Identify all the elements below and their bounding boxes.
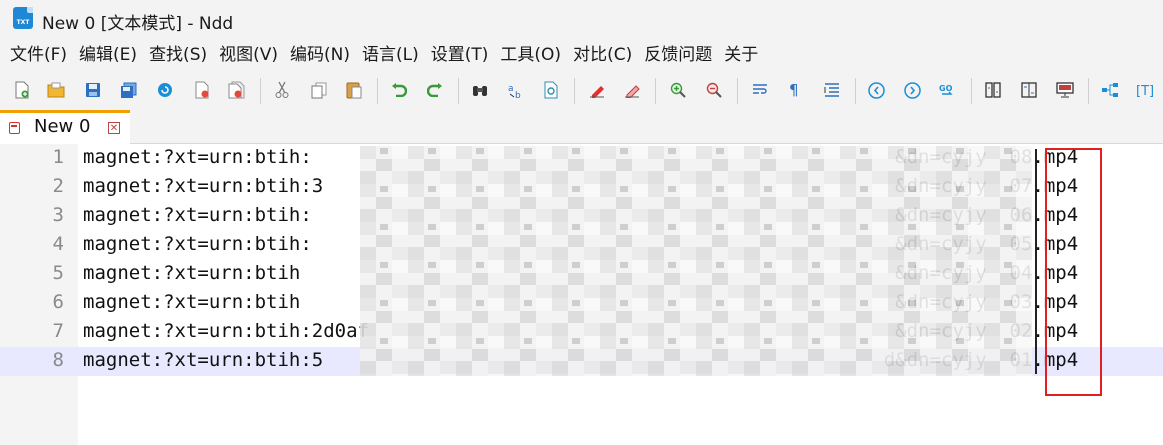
toolbar-separator bbox=[971, 78, 972, 104]
svg-text:b: b bbox=[515, 91, 521, 99]
tab-new-0[interactable]: New 0 ✕ bbox=[0, 110, 130, 144]
compare-file-icon[interactable] bbox=[983, 80, 1003, 100]
find-in-files-icon[interactable] bbox=[541, 80, 561, 100]
close-icon[interactable]: ✕ bbox=[108, 122, 120, 134]
toolbar: ab ¶ GO [T] bbox=[0, 72, 1163, 111]
open-file-icon[interactable] bbox=[46, 80, 66, 100]
line-text[interactable]: magnet:?xt=urn:btih &dn=cyjy 04.mp4 bbox=[83, 262, 1078, 284]
editor-line[interactable]: 5 magnet:?xt=urn:btih &dn=cyjy 04.mp4 bbox=[0, 260, 1163, 289]
line-text[interactable]: magnet:?xt=urn:btih:2d0af &dn=cyjy 02.mp… bbox=[83, 320, 1078, 342]
goto-icon[interactable]: GO bbox=[938, 80, 958, 100]
line-number: 1 bbox=[52, 146, 64, 168]
text-mode-icon[interactable]: [T] bbox=[1135, 80, 1155, 100]
close-icon[interactable] bbox=[192, 80, 212, 100]
toolbar-separator bbox=[655, 78, 656, 104]
menu-bar: 文件(F) 编辑(E) 查找(S) 视图(V) 编码(N) 语言(L) 设置(T… bbox=[0, 38, 1163, 72]
window-title: New 0 [文本模式] - Ndd bbox=[42, 14, 234, 34]
line-text[interactable]: magnet:?xt=urn:btih: &dn=cyjy 06.mp4 bbox=[83, 204, 1078, 226]
structure-icon[interactable] bbox=[1100, 80, 1120, 100]
editor-line[interactable]: 4 magnet:?xt=urn:btih: &dn=cyjy 05.mp4 bbox=[0, 231, 1163, 260]
line-text[interactable]: magnet:?xt=urn:btih &dn=cyjy 03.mp4 bbox=[83, 291, 1078, 313]
line-number: 4 bbox=[52, 233, 64, 255]
toolbar-separator bbox=[855, 78, 856, 104]
menu-search[interactable]: 查找(S) bbox=[144, 38, 212, 72]
close-all-icon[interactable] bbox=[227, 80, 247, 100]
line-number: 6 bbox=[52, 291, 64, 313]
svg-text:[T]: [T] bbox=[1136, 84, 1154, 98]
editor-line[interactable]: 7 magnet:?xt=urn:btih:2d0af &dn=cyjy 02.… bbox=[0, 318, 1163, 347]
line-number: 3 bbox=[52, 204, 64, 226]
undo-icon[interactable] bbox=[389, 80, 409, 100]
title-bar: TXT New 0 [文本模式] - Ndd bbox=[0, 0, 1163, 38]
menu-edit[interactable]: 编辑(E) bbox=[74, 38, 142, 72]
toolbar-separator bbox=[458, 78, 459, 104]
app-icon: TXT bbox=[13, 7, 33, 29]
line-number: 8 bbox=[52, 349, 64, 371]
zoom-in-icon[interactable] bbox=[668, 80, 688, 100]
file-icon bbox=[9, 122, 20, 134]
menu-file[interactable]: 文件(F) bbox=[5, 38, 72, 72]
toolbar-separator bbox=[260, 78, 261, 104]
toolbar-separator bbox=[574, 78, 575, 104]
reload-icon[interactable] bbox=[155, 80, 175, 100]
toolbar-separator bbox=[737, 78, 738, 104]
compare-bin-icon[interactable] bbox=[1055, 80, 1075, 100]
editor-line[interactable]: 6 magnet:?xt=urn:btih &dn=cyjy 03.mp4 bbox=[0, 289, 1163, 318]
copy-icon[interactable] bbox=[309, 80, 329, 100]
save-all-icon[interactable] bbox=[118, 80, 138, 100]
tab-label: New 0 bbox=[34, 116, 91, 137]
redo-icon[interactable] bbox=[425, 80, 445, 100]
new-file-icon[interactable] bbox=[12, 80, 32, 100]
next-icon[interactable] bbox=[902, 80, 922, 100]
line-number: 5 bbox=[52, 262, 64, 284]
find-icon[interactable] bbox=[470, 80, 490, 100]
editor-line-current[interactable]: 8 magnet:?xt=urn:btih:5 d&dn=cyjy 01.mp4 bbox=[0, 347, 1163, 376]
menu-about[interactable]: 关于 bbox=[719, 38, 763, 72]
line-text[interactable]: magnet:?xt=urn:btih:3 &dn=cyjy 07.mp4 bbox=[83, 175, 1078, 197]
svg-text:GO: GO bbox=[939, 84, 953, 93]
svg-text:a: a bbox=[508, 84, 514, 94]
line-number: 2 bbox=[52, 175, 64, 197]
mark-icon[interactable] bbox=[587, 80, 607, 100]
line-text[interactable]: magnet:?xt=urn:btih: &dn=cyjy 05.mp4 bbox=[83, 233, 1078, 255]
column-caret bbox=[1035, 149, 1037, 374]
indent-guide-icon[interactable] bbox=[822, 80, 842, 100]
wrap-icon[interactable] bbox=[750, 80, 770, 100]
menu-view[interactable]: 视图(V) bbox=[214, 38, 283, 72]
line-number: 7 bbox=[52, 320, 64, 342]
toolbar-separator bbox=[377, 78, 378, 104]
compare-dir-icon[interactable] bbox=[1019, 80, 1039, 100]
menu-tools[interactable]: 工具(O) bbox=[495, 38, 566, 72]
menu-language[interactable]: 语言(L) bbox=[357, 38, 424, 72]
menu-feedback[interactable]: 反馈问题 bbox=[639, 38, 717, 72]
editor-line[interactable]: 2 magnet:?xt=urn:btih:3 &dn=cyjy 07.mp4 bbox=[0, 173, 1163, 202]
tab-bar: New 0 ✕ bbox=[0, 110, 1163, 144]
menu-encoding[interactable]: 编码(N) bbox=[285, 38, 355, 72]
svg-text:¶: ¶ bbox=[789, 82, 799, 98]
clear-mark-icon[interactable] bbox=[622, 80, 642, 100]
editor-line[interactable]: 1 magnet:?xt=urn:btih: &dn=cyjy 08.mp4 bbox=[0, 144, 1163, 173]
prev-icon[interactable] bbox=[866, 80, 886, 100]
cut-icon[interactable] bbox=[272, 80, 292, 100]
toolbar-separator bbox=[1088, 78, 1089, 104]
editor-line[interactable]: 3 magnet:?xt=urn:btih: &dn=cyjy 06.mp4 bbox=[0, 202, 1163, 231]
text-editor[interactable]: 1 magnet:?xt=urn:btih: &dn=cyjy 08.mp4 2… bbox=[0, 144, 1163, 445]
menu-settings[interactable]: 设置(T) bbox=[426, 38, 494, 72]
save-icon[interactable] bbox=[83, 80, 103, 100]
zoom-out-icon[interactable] bbox=[704, 80, 724, 100]
show-symbols-icon[interactable]: ¶ bbox=[785, 80, 805, 100]
line-text[interactable]: magnet:?xt=urn:btih:5 d&dn=cyjy 01.mp4 bbox=[83, 349, 1078, 371]
line-text[interactable]: magnet:?xt=urn:btih: &dn=cyjy 08.mp4 bbox=[83, 146, 1078, 168]
replace-icon[interactable]: ab bbox=[506, 80, 526, 100]
menu-compare[interactable]: 对比(C) bbox=[568, 38, 637, 72]
paste-icon[interactable] bbox=[344, 80, 364, 100]
